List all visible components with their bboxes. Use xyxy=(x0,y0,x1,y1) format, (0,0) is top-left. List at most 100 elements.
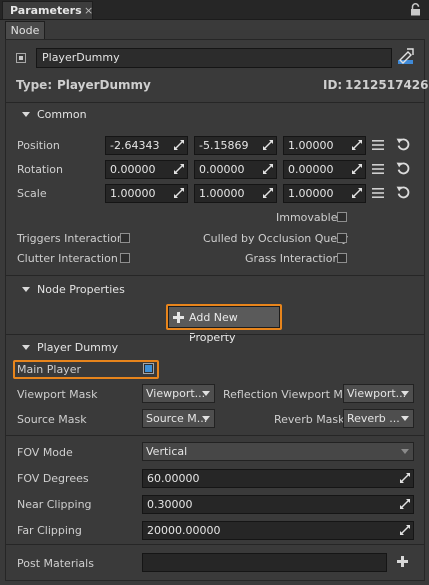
fov-degrees-label: FOV Degrees xyxy=(17,472,89,485)
drag-handle-icon[interactable] xyxy=(174,140,184,150)
section-title-node-properties[interactable]: Node Properties xyxy=(37,283,125,296)
far-clipping-value: 20000.00000 xyxy=(147,524,221,537)
grass-interaction-label: Grass Interaction xyxy=(245,252,340,265)
post-materials-label: Post Materials xyxy=(17,557,94,570)
chevron-down-icon xyxy=(401,416,409,421)
reverb-mask-label: Reverb Mask xyxy=(274,413,345,426)
scale-x-value: 1.00000 xyxy=(110,187,156,200)
lock-icon[interactable] xyxy=(410,3,421,16)
collapse-arrow-icon[interactable] xyxy=(22,112,30,117)
scale-y-field[interactable]: 1.00000 xyxy=(194,184,277,203)
drag-handle-icon[interactable] xyxy=(263,164,273,174)
collapse-arrow-icon[interactable] xyxy=(22,345,30,350)
rotation-y-field[interactable]: 0.00000 xyxy=(194,160,277,179)
scale-y-value: 1.00000 xyxy=(199,187,245,200)
drag-handle-icon[interactable] xyxy=(352,140,362,150)
id-label: ID: xyxy=(323,78,343,92)
drag-handle-icon[interactable] xyxy=(400,473,410,483)
position-x-value: -2.64343 xyxy=(110,139,160,152)
drag-handle-icon[interactable] xyxy=(174,164,184,174)
menu-icon[interactable] xyxy=(372,188,384,198)
reflection-viewport-mask-dropdown[interactable]: Viewport... xyxy=(343,384,414,403)
reverb-mask-dropdown[interactable]: Reverb ... xyxy=(343,409,414,428)
position-z-value: 1.00000 xyxy=(288,139,334,152)
main-player-checkbox[interactable] xyxy=(143,363,154,374)
rotation-x-field[interactable]: 0.00000 xyxy=(105,160,188,179)
divider xyxy=(6,102,424,103)
drag-handle-icon[interactable] xyxy=(263,188,273,198)
reverb-mask-value: Reverb ... xyxy=(347,412,400,425)
drag-handle-icon[interactable] xyxy=(400,499,410,509)
triggers-interaction-checkbox[interactable] xyxy=(120,233,130,243)
source-mask-dropdown[interactable]: Source M... xyxy=(142,409,215,428)
node-enabled-checkbox[interactable] xyxy=(16,53,26,63)
divider xyxy=(6,275,424,276)
chevron-down-icon xyxy=(401,391,409,396)
tab-parameters[interactable]: Parameters × xyxy=(2,1,93,19)
node-enabled-check-mark xyxy=(19,56,23,60)
far-clipping-field[interactable]: 20000.00000 xyxy=(142,521,414,540)
triggers-interaction-label: Triggers Interaction xyxy=(17,232,124,245)
clutter-interaction-checkbox[interactable] xyxy=(120,253,130,263)
node-name-field[interactable]: PlayerDummy xyxy=(36,48,392,68)
add-material-icon[interactable] xyxy=(397,556,408,567)
scale-z-field[interactable]: 1.00000 xyxy=(283,184,366,203)
rotation-x-value: 0.00000 xyxy=(110,163,156,176)
divider xyxy=(6,435,424,436)
chevron-down-icon xyxy=(202,391,210,396)
chevron-down-icon xyxy=(401,449,409,454)
position-label: Position xyxy=(17,139,60,152)
viewport-mask-label: Viewport Mask xyxy=(17,388,98,401)
viewport-mask-dropdown[interactable]: Viewport... xyxy=(142,384,215,403)
rotation-z-value: 0.00000 xyxy=(288,163,334,176)
edit-name-icon[interactable] xyxy=(397,48,414,65)
culled-by-occlusion-checkbox[interactable] xyxy=(337,233,347,243)
type-value: PlayerDummy xyxy=(57,78,151,92)
position-y-field[interactable]: -5.15869 xyxy=(194,136,277,155)
fov-degrees-field[interactable]: 60.00000 xyxy=(142,469,414,488)
scale-label: Scale xyxy=(17,187,47,200)
main-player-check-mark xyxy=(145,365,152,372)
immovable-checkbox[interactable] xyxy=(337,212,347,222)
grass-interaction-checkbox[interactable] xyxy=(337,253,347,263)
type-label: Type: xyxy=(16,78,53,92)
immovable-label: Immovable xyxy=(276,211,338,224)
source-mask-label: Source Mask xyxy=(17,413,87,426)
clutter-interaction-label: Clutter Interaction xyxy=(17,252,118,265)
tab-parameters-label: Parameters xyxy=(10,4,82,17)
add-new-property-label: Add New Property xyxy=(189,311,238,344)
reset-icon[interactable] xyxy=(396,161,410,175)
culled-by-occlusion-label: Culled by Occlusion Query xyxy=(203,232,349,245)
near-clipping-field[interactable]: 0.30000 xyxy=(142,495,414,514)
source-mask-value: Source M... xyxy=(146,412,208,425)
tab-node[interactable]: Node xyxy=(5,21,45,39)
section-title-common[interactable]: Common xyxy=(37,108,87,121)
drag-handle-icon[interactable] xyxy=(352,164,362,174)
divider xyxy=(6,334,424,335)
plus-icon xyxy=(173,312,184,323)
fov-mode-dropdown[interactable]: Vertical xyxy=(142,442,414,461)
reflection-viewport-mask-label: Reflection Viewport M... xyxy=(223,388,354,401)
fov-mode-value: Vertical xyxy=(146,445,188,458)
scale-x-field[interactable]: 1.00000 xyxy=(105,184,188,203)
reset-icon[interactable] xyxy=(396,137,410,151)
menu-icon[interactable] xyxy=(372,164,384,174)
id-value: 1212517426 xyxy=(345,78,429,92)
add-new-property-button[interactable]: Add New Property xyxy=(168,306,280,344)
drag-handle-icon[interactable] xyxy=(263,140,273,150)
fov-degrees-value: 60.00000 xyxy=(147,472,200,485)
drag-handle-icon[interactable] xyxy=(352,188,362,198)
post-materials-field[interactable] xyxy=(142,553,387,572)
menu-icon[interactable] xyxy=(372,140,384,150)
position-z-field[interactable]: 1.00000 xyxy=(283,136,366,155)
fov-mode-label: FOV Mode xyxy=(17,446,73,459)
drag-handle-icon[interactable] xyxy=(174,188,184,198)
rotation-z-field[interactable]: 0.00000 xyxy=(283,160,366,179)
drag-handle-icon[interactable] xyxy=(400,525,410,535)
section-title-player-dummy[interactable]: Player Dummy xyxy=(37,341,118,354)
collapse-arrow-icon[interactable] xyxy=(22,287,30,292)
chevron-down-icon xyxy=(202,416,210,421)
tab-close-icon[interactable]: × xyxy=(84,5,93,17)
reset-icon[interactable] xyxy=(396,185,410,199)
position-x-field[interactable]: -2.64343 xyxy=(105,136,188,155)
